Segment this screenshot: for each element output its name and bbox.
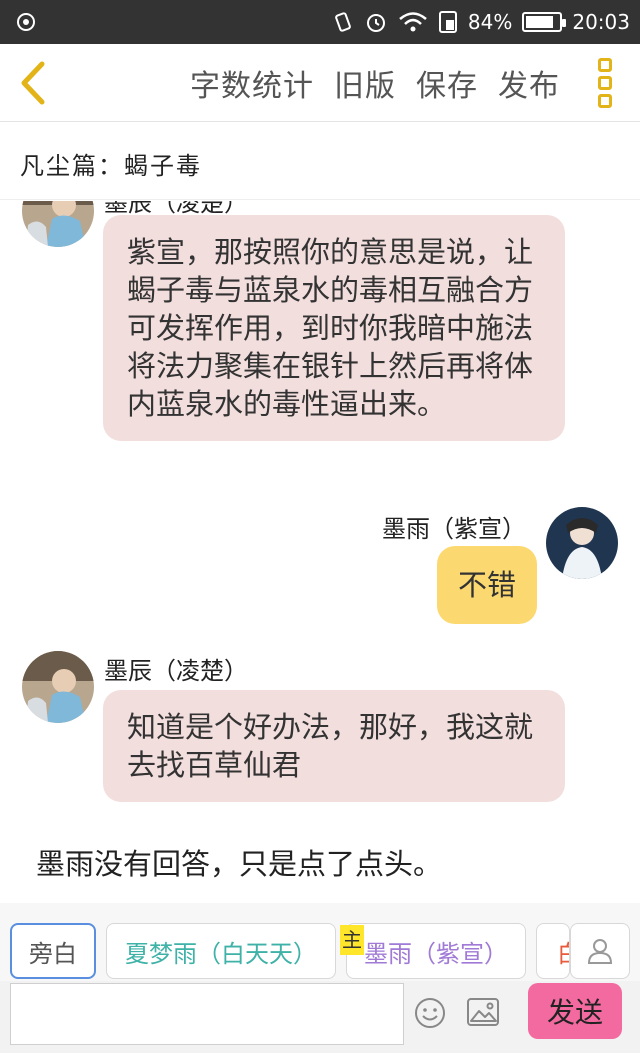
more-menu-icon[interactable]	[598, 58, 614, 108]
add-role-button[interactable]	[570, 923, 630, 979]
chat-area[interactable]: 墨辰（凌楚） 紫宣，那按照你的意思是说，让蝎子毒与蓝泉水的毒相互融合方可发挥作用…	[0, 201, 640, 903]
input-bar: 发送	[0, 981, 640, 1053]
message-bubble: 知道是个好办法，那好，我这就去找百草仙君	[103, 690, 565, 802]
send-button[interactable]: 发送	[528, 983, 622, 1039]
avatar-mochen[interactable]	[22, 651, 94, 723]
role-narrator[interactable]: 旁白	[10, 923, 96, 979]
battery-percent: 84%	[467, 10, 513, 34]
wifi-icon	[399, 12, 427, 32]
top-toolbar: 字数统计 旧版 保存 发布	[0, 44, 640, 122]
back-arrow-icon[interactable]	[14, 60, 54, 106]
avatar-moyu[interactable]	[546, 507, 618, 579]
word-count-button[interactable]: 字数统计	[190, 61, 314, 105]
clock: 20:03	[572, 10, 630, 34]
role-selector-bar: 旁白 夏梦雨（白天天） 墨雨（紫宣） 主 白	[0, 903, 640, 981]
alarm-icon	[366, 14, 385, 32]
speaker-name: 墨雨（紫宣）	[382, 515, 526, 543]
battery-icon	[522, 12, 567, 32]
person-icon	[587, 939, 613, 964]
sim-card-icon	[438, 11, 457, 33]
vibrate-icon	[335, 12, 351, 32]
chapter-title: 凡尘篇：蝎子毒	[20, 152, 202, 180]
message-bubble: 紫宣，那按照你的意思是说，让蝎子毒与蓝泉水的毒相互融合方可发挥作用，到时你我暗中…	[103, 215, 565, 441]
role-xiamengyu[interactable]: 夏梦雨（白天天）	[106, 923, 336, 979]
old-version-button[interactable]: 旧版	[334, 61, 396, 105]
chapter-title-bar: 凡尘篇：蝎子毒	[0, 122, 640, 200]
role-partial[interactable]: 白	[536, 923, 570, 979]
image-icon[interactable]	[466, 997, 500, 1027]
narration-text: 墨雨没有回答，只是点了点头。	[36, 847, 443, 881]
message-input[interactable]	[10, 983, 404, 1045]
save-button[interactable]: 保存	[416, 61, 478, 105]
emoji-icon[interactable]	[414, 997, 446, 1029]
avatar-mochen[interactable]	[22, 201, 94, 247]
main-role-badge: 主	[340, 925, 364, 955]
speaker-name: 墨辰（凌楚）	[104, 657, 248, 685]
message-bubble: 不错	[437, 546, 537, 624]
role-moyu[interactable]: 墨雨（紫宣）	[346, 923, 526, 979]
publish-button[interactable]: 发布	[498, 61, 560, 105]
notification-icon	[17, 13, 35, 31]
status-bar: 84% 20:03	[0, 0, 640, 44]
